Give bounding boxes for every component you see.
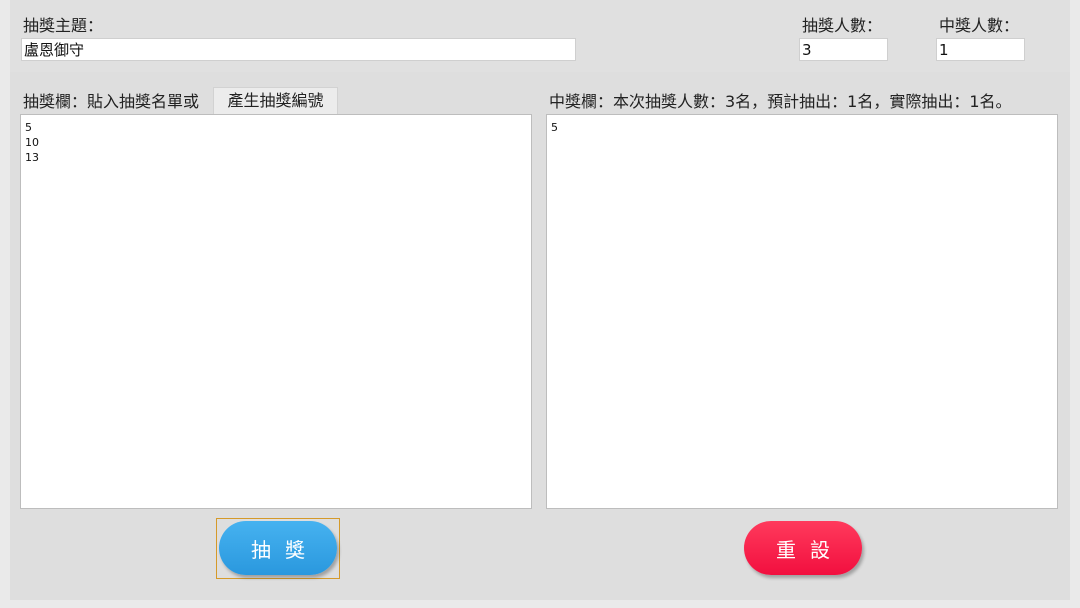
entry-line: 5: [25, 121, 32, 134]
entry-line: 10: [25, 136, 39, 149]
draw-button-focus-ring: 抽獎: [216, 518, 340, 579]
header-band: [10, 0, 1070, 72]
entry-line: 13: [25, 151, 39, 164]
topic-label: 抽獎主題：: [23, 16, 104, 35]
winners-count-label: 中獎人數：: [939, 16, 1020, 35]
draw-button[interactable]: 抽獎: [219, 521, 337, 575]
participants-count-input[interactable]: [799, 38, 888, 61]
entries-label: 抽獎欄：貼入抽獎名單或: [23, 92, 200, 111]
winners-summary-label: 中獎欄：本次抽獎人數：3名，預計抽出：1名，實際抽出：1名。: [549, 92, 1012, 111]
reset-button[interactable]: 重設: [744, 521, 862, 575]
generate-numbers-button[interactable]: 產生抽獎編號: [213, 87, 338, 115]
entries-textarea[interactable]: 5 10 13: [20, 114, 532, 509]
participants-count-label: 抽獎人數：: [802, 16, 883, 35]
winner-line: 5: [551, 121, 558, 134]
winners-count-input[interactable]: [936, 38, 1025, 61]
winners-textarea[interactable]: 5: [546, 114, 1058, 509]
lottery-app: 抽獎主題： 抽獎人數： 中獎人數： 抽獎欄：貼入抽獎名單或 產生抽獎編號 5 1…: [10, 0, 1070, 600]
topic-input[interactable]: [21, 38, 576, 61]
